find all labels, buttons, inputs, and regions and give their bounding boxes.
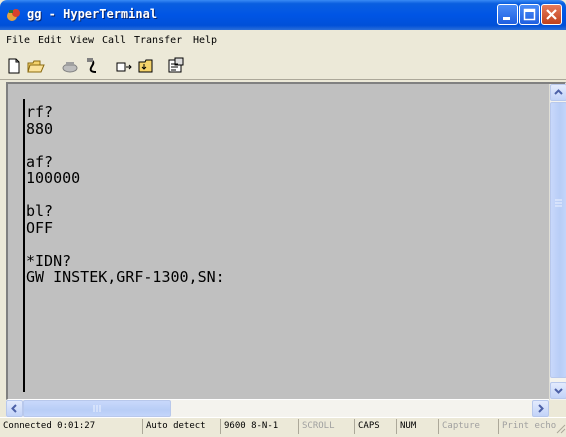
hyperterminal-app-icon[interactable] — [6, 7, 22, 23]
arrow-down-icon — [554, 388, 563, 394]
minimize-icon — [503, 17, 510, 20]
send-icon[interactable] — [114, 56, 134, 76]
status-caps: CAPS — [354, 419, 396, 434]
terminal-output[interactable]: rf? 880 af? 100000 bl? OFF *IDN? GW INST… — [26, 104, 225, 286]
status-num: NUM — [396, 419, 438, 434]
menu-file[interactable]: File — [6, 35, 30, 46]
menu-call[interactable]: Call — [102, 35, 126, 46]
menu-view[interactable]: View — [70, 35, 94, 46]
vertical-scroll-thumb[interactable] — [550, 102, 566, 378]
status-scroll: SCROLL — [298, 419, 354, 434]
thumb-grip-icon — [93, 405, 101, 412]
resize-grip-icon[interactable] — [554, 422, 566, 434]
open-icon[interactable] — [26, 56, 46, 76]
menu-transfer[interactable]: Transfer — [134, 35, 182, 46]
connect-icon[interactable] — [60, 56, 80, 76]
status-bar: Connected 0:01:27 Auto detect 9600 8-N-1… — [0, 417, 566, 434]
maximize-icon — [523, 8, 536, 21]
minimize-button[interactable] — [497, 4, 518, 25]
status-capture: Capture — [438, 419, 498, 434]
scroll-down-button[interactable] — [550, 382, 566, 399]
disconnect-icon[interactable] — [82, 56, 102, 76]
thumb-grip-icon — [555, 199, 562, 207]
close-button[interactable] — [541, 4, 562, 25]
scroll-left-button[interactable] — [6, 400, 23, 417]
arrow-right-icon — [538, 404, 544, 413]
arrow-left-icon — [11, 404, 17, 413]
title-bar[interactable]: gg - HyperTerminal — [0, 0, 566, 30]
maximize-button[interactable] — [519, 4, 540, 25]
horizontal-scrollbar[interactable] — [6, 400, 549, 417]
vertical-scrollbar[interactable] — [549, 84, 566, 402]
window-title: gg - HyperTerminal — [27, 7, 158, 21]
arrow-up-icon — [554, 89, 563, 95]
properties-icon[interactable] — [166, 56, 186, 76]
menu-help[interactable]: Help — [193, 35, 217, 46]
terminal-left-margin-line — [23, 99, 25, 392]
toolbar — [0, 52, 566, 80]
scroll-up-button[interactable] — [550, 84, 566, 101]
scrollbar-corner — [549, 400, 566, 417]
horizontal-scroll-thumb[interactable] — [23, 400, 171, 417]
status-connected-time: Connected 0:01:27 — [3, 421, 96, 431]
menu-edit[interactable]: Edit — [38, 35, 62, 46]
menu-bar: File Edit View Call Transfer Help — [0, 30, 566, 52]
close-icon — [546, 9, 557, 20]
new-icon[interactable] — [4, 56, 24, 76]
scroll-right-button[interactable] — [532, 400, 549, 417]
receive-icon[interactable] — [136, 56, 156, 76]
status-detect: Auto detect — [142, 419, 220, 434]
status-port-settings: 9600 8-N-1 — [220, 419, 298, 434]
